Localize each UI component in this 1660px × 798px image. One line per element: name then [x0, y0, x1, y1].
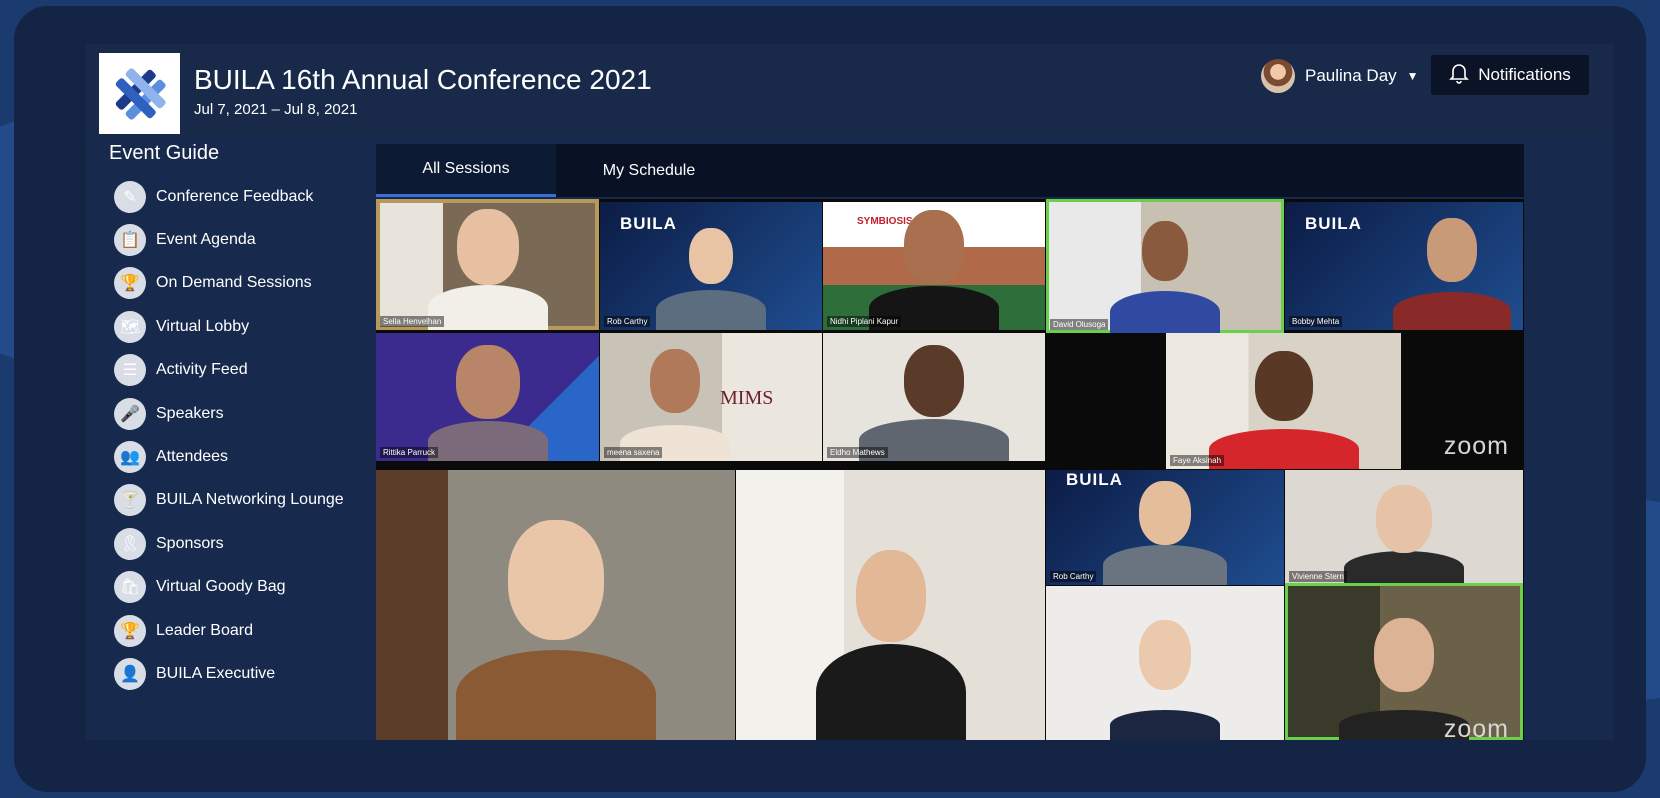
- sidebar-item-sponsors[interactable]: 🎗 Sponsors: [114, 522, 344, 565]
- sidebar-item-label: Sponsors: [156, 534, 224, 552]
- person-icon: 👤: [114, 657, 146, 690]
- video-tile[interactable]: zoom: [1285, 583, 1523, 740]
- participant-name: Rittika Parruck: [380, 447, 439, 458]
- participant-name: Sella Henvelhan: [380, 316, 445, 327]
- participant-name: meena saxena: [604, 447, 663, 458]
- video-tile[interactable]: Sella Henvelhan: [376, 199, 599, 330]
- event-guide-menu: ✎ Conference Feedback 📋 Event Agenda 🏆 On D…: [114, 175, 344, 696]
- video-tile[interactable]: Rittika Parruck: [376, 333, 599, 461]
- zoom-watermark: zoom: [1443, 432, 1509, 460]
- sidebar-item-activity-feed[interactable]: ☰ Activity Feed: [114, 349, 344, 392]
- sidebar-item-label: BUILA Networking Lounge: [156, 491, 344, 509]
- sidebar-item-virtual-lobby[interactable]: 🗺 Virtual Lobby: [114, 305, 344, 348]
- event-guide-title: Event Guide: [109, 142, 220, 164]
- sidebar-item-label: Event Agenda: [156, 231, 256, 249]
- participant-name: Eldho Mathews: [827, 447, 888, 458]
- sidebar-item-label: BUILA Executive: [156, 664, 276, 682]
- event-title: BUILA 16th Annual Conference 2021: [194, 64, 652, 95]
- sidebar-item-buila-executive[interactable]: 👤 BUILA Executive: [114, 652, 344, 695]
- ribbon-icon: 🎗: [114, 527, 146, 560]
- video-tile[interactable]: Eldho Mathews: [823, 333, 1045, 461]
- event-app: BUILA 16th Annual Conference 2021 Jul 7,…: [86, 44, 1614, 740]
- sidebar-item-attendees[interactable]: 👥 Attendees: [114, 435, 344, 478]
- cocktail-icon: 🍸: [114, 484, 146, 517]
- participant-name: Bobby Mehta: [1289, 316, 1343, 327]
- video-tile[interactable]: Faye Aksinah zoom: [1046, 333, 1523, 469]
- sidebar-item-label: On Demand Sessions: [156, 274, 312, 292]
- video-tile[interactable]: BUILA Bobby Mehta: [1285, 202, 1523, 330]
- participant-name: Vivienne Stern: [1289, 571, 1347, 582]
- pencil-icon: ✎: [114, 180, 146, 213]
- participant-name: David Olusoga: [1050, 319, 1109, 330]
- zoom-watermark: zoom: [1443, 715, 1509, 740]
- buila-brand: BUILA: [1305, 214, 1362, 233]
- event-dates: Jul 7, 2021 – Jul 8, 2021: [194, 101, 358, 118]
- notifications-button[interactable]: Notifications: [1431, 55, 1589, 95]
- sidebar-item-virtual-goody-bag[interactable]: 🛍 Virtual Goody Bag: [114, 566, 344, 609]
- event-header: BUILA 16th Annual Conference 2021 Jul 7,…: [86, 44, 1614, 136]
- tab-my-schedule[interactable]: My Schedule: [556, 144, 742, 197]
- people-icon: 👥: [114, 441, 146, 474]
- avatar: [1261, 59, 1295, 93]
- session-tabs: All Sessions My Schedule: [376, 144, 1524, 197]
- device-frame: BUILA 16th Annual Conference 2021 Jul 7,…: [14, 6, 1646, 792]
- tab-all-sessions[interactable]: All Sessions: [376, 144, 556, 197]
- sidebar-item-label: Virtual Lobby: [156, 317, 250, 335]
- participant-name: Nidhi Piplani Kapur: [827, 316, 902, 327]
- feed-icon: ☰: [114, 354, 146, 387]
- sidebar-item-label: Speakers: [156, 404, 224, 422]
- video-tile[interactable]: BUILA Rob Carthy: [600, 202, 822, 330]
- notifications-label: Notifications: [1478, 65, 1571, 84]
- video-tile[interactable]: SYMBIOSIS Nidhi Piplani Kapur: [823, 202, 1045, 330]
- sidebar-item-speakers[interactable]: 🎤 Speakers: [114, 392, 344, 435]
- video-tile[interactable]: BUILA Rob Carthy: [1046, 470, 1284, 585]
- sidebar-item-event-agenda[interactable]: 📋 Event Agenda: [114, 218, 344, 261]
- event-guide-sidebar: Event Guide ✎ Conference Feedback 📋 Event …: [86, 136, 376, 740]
- video-grid: Sella Henvelhan BUILA Rob Carthy SYMBIOS…: [376, 199, 1524, 740]
- sidebar-item-on-demand-sessions[interactable]: 🏆 On Demand Sessions: [114, 262, 344, 305]
- video-tile[interactable]: MIMS meena saxena: [600, 333, 822, 461]
- sidebar-item-conference-feedback[interactable]: ✎ Conference Feedback: [114, 175, 344, 218]
- bag-icon: 🛍: [114, 571, 146, 604]
- participant-name: Rob Carthy: [604, 316, 651, 327]
- sidebar-item-label: Leader Board: [156, 621, 253, 639]
- video-tile[interactable]: David Olusoga: [1046, 199, 1284, 333]
- agenda-icon: 📋: [114, 224, 146, 257]
- video-tile[interactable]: [376, 470, 735, 740]
- participant-name: Faye Aksinah: [1170, 455, 1225, 466]
- buila-logo: [99, 53, 180, 134]
- participant-name: Rob Carthy: [1050, 571, 1097, 582]
- caret-down-icon: ▼: [1406, 69, 1419, 83]
- video-tile[interactable]: Vivienne Stern: [1285, 470, 1523, 585]
- video-tile[interactable]: [1046, 586, 1284, 740]
- microphone-icon: 🎤: [114, 397, 146, 430]
- trophy-icon: 🏆: [114, 614, 146, 647]
- user-name: Paulina Day: [1305, 66, 1397, 85]
- sidebar-item-leader-board[interactable]: 🏆 Leader Board: [114, 609, 344, 652]
- map-icon: 🗺: [114, 310, 146, 343]
- bell-icon: [1449, 62, 1470, 89]
- sidebar-item-label: Virtual Goody Bag: [156, 578, 286, 596]
- sidebar-item-label: Activity Feed: [156, 361, 248, 379]
- trophy-icon: 🏆: [114, 267, 146, 300]
- sidebar-item-label: Attendees: [156, 448, 229, 466]
- video-tile[interactable]: [736, 470, 1045, 740]
- sidebar-item-label: Conference Feedback: [156, 187, 314, 205]
- user-menu[interactable]: Paulina Day ▼: [1261, 58, 1419, 94]
- sidebar-item-networking-lounge[interactable]: 🍸 BUILA Networking Lounge: [114, 479, 344, 522]
